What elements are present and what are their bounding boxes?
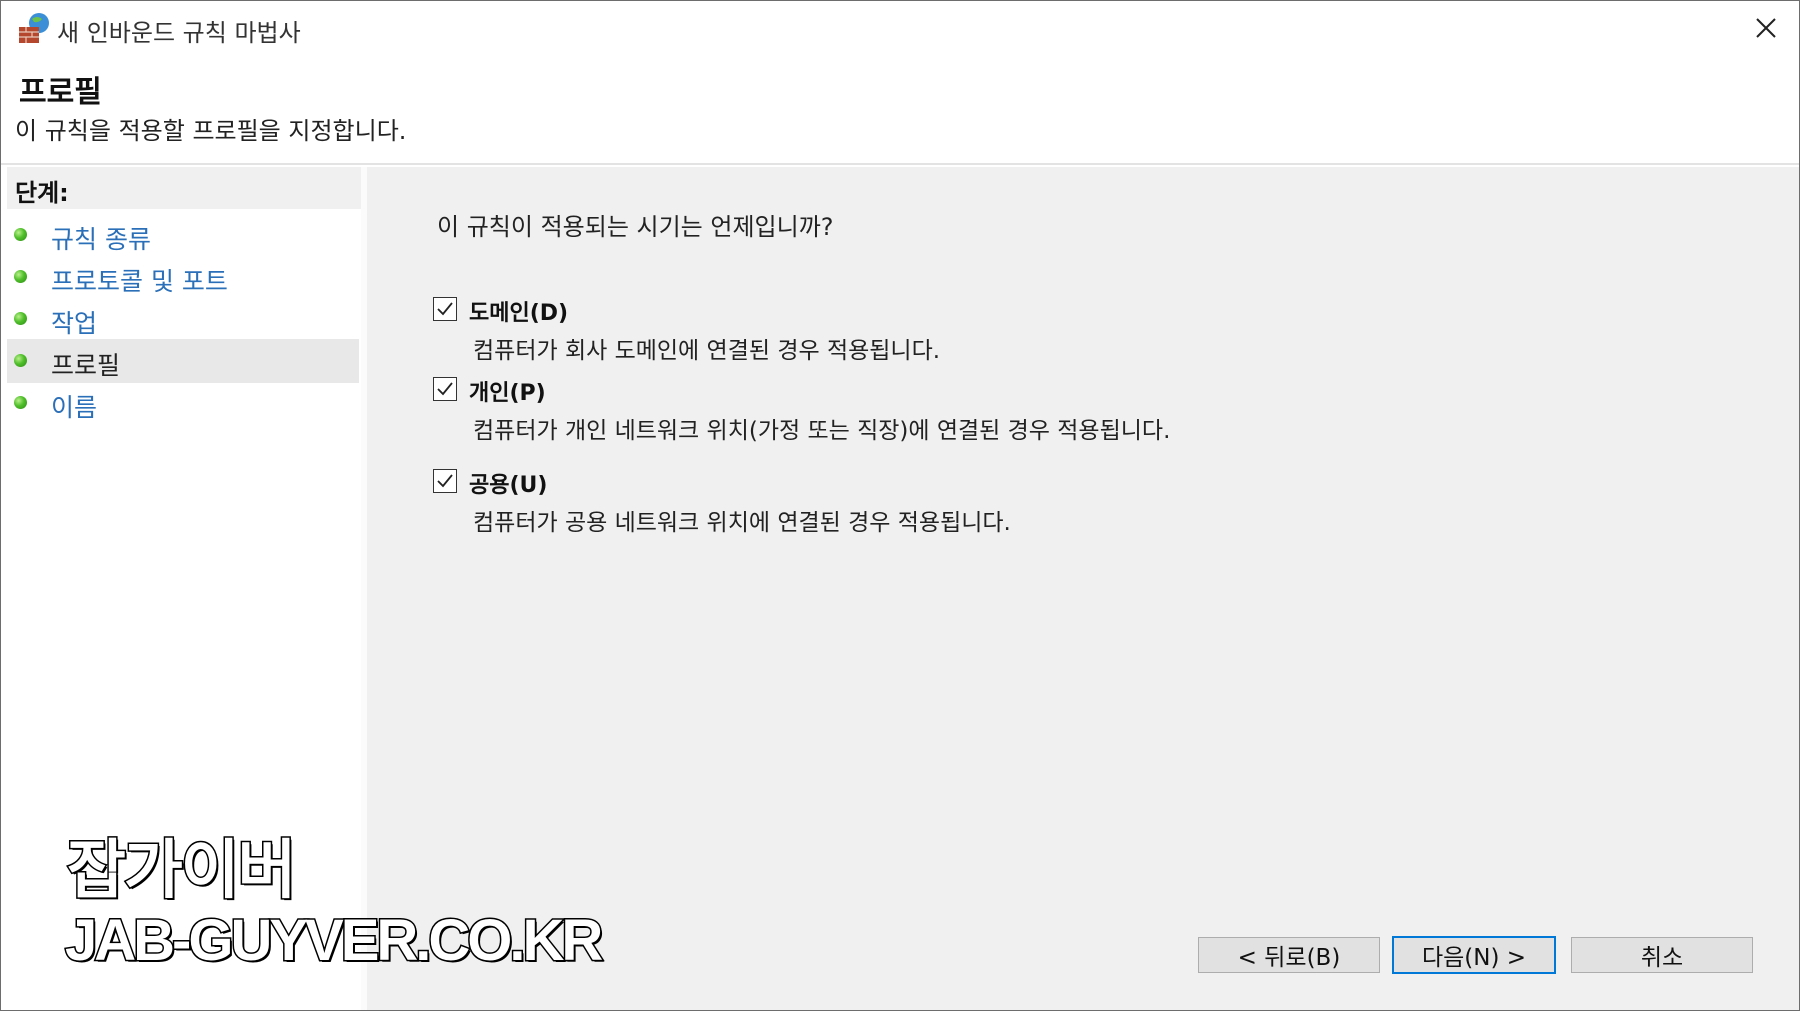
option-description: 컴퓨터가 개인 네트워크 위치(가정 또는 직장)에 연결된 경우 적용됩니다. <box>473 418 1171 444</box>
step-label: 프로필 <box>51 351 121 380</box>
option-title[interactable]: 도메인(D) <box>469 295 568 327</box>
step-status-icon <box>14 270 27 283</box>
close-icon <box>1755 17 1777 43</box>
steps-heading: 단계: <box>7 167 361 209</box>
public-checkbox[interactable] <box>433 469 457 493</box>
wizard-window: 새 인바운드 규칙 마법사 프로필 이 규칙을 적용할 프로필을 지정합니다. … <box>0 0 1800 1011</box>
step-status-icon <box>14 312 27 325</box>
window-title: 새 인바운드 규칙 마법사 <box>57 19 301 47</box>
step-profile[interactable]: 프로필 <box>7 339 359 383</box>
checkmark-icon <box>437 382 453 396</box>
option-description: 컴퓨터가 공용 네트워크 위치에 연결된 경우 적용됩니다. <box>473 510 1011 536</box>
question-text: 이 규칙이 적용되는 시기는 언제입니까? <box>437 213 834 241</box>
firewall-icon <box>17 11 51 45</box>
step-status-icon <box>14 354 27 367</box>
main-content: 이 규칙이 적용되는 시기는 언제입니까? 도메인(D) 컴퓨터가 회사 도메인… <box>367 167 1799 1010</box>
step-label: 작업 <box>51 309 98 338</box>
cancel-button[interactable]: 취소 <box>1571 937 1753 973</box>
page-subtitle: 이 규칙을 적용할 프로필을 지정합니다. <box>15 117 407 145</box>
step-action[interactable]: 작업 <box>7 297 359 341</box>
next-button[interactable]: 다음(N) > <box>1392 936 1556 974</box>
watermark-name: 잡가이버 <box>66 833 299 910</box>
option-title[interactable]: 공용(U) <box>469 467 547 499</box>
domain-checkbox[interactable] <box>433 297 457 321</box>
step-status-icon <box>14 228 27 241</box>
title-bar: 새 인바운드 규칙 마법사 <box>1 1 1799 59</box>
step-label: 규칙 종류 <box>51 225 151 254</box>
wizard-header: 프로필 이 규칙을 적용할 프로필을 지정합니다. <box>1 59 1799 163</box>
step-label: 프로토콜 및 포트 <box>51 267 228 296</box>
step-protocol-ports[interactable]: 프로토콜 및 포트 <box>7 255 359 299</box>
option-title[interactable]: 개인(P) <box>469 375 546 407</box>
option-description: 컴퓨터가 회사 도메인에 연결된 경우 적용됩니다. <box>473 338 941 364</box>
page-title: 프로필 <box>19 75 102 110</box>
close-button[interactable] <box>1743 7 1789 53</box>
step-label: 이름 <box>51 393 98 422</box>
steps-heading-label: 단계: <box>15 179 69 207</box>
private-checkbox[interactable] <box>433 377 457 401</box>
step-status-icon <box>14 396 27 409</box>
back-button[interactable]: < 뒤로(B) <box>1198 937 1380 973</box>
step-rule-type[interactable]: 규칙 종류 <box>7 213 359 257</box>
header-divider <box>1 163 1799 165</box>
checkmark-icon <box>437 302 453 316</box>
checkmark-icon <box>437 474 453 488</box>
watermark-url: JAB-GUYVER.CO.KR <box>63 907 604 975</box>
step-name[interactable]: 이름 <box>7 381 359 425</box>
